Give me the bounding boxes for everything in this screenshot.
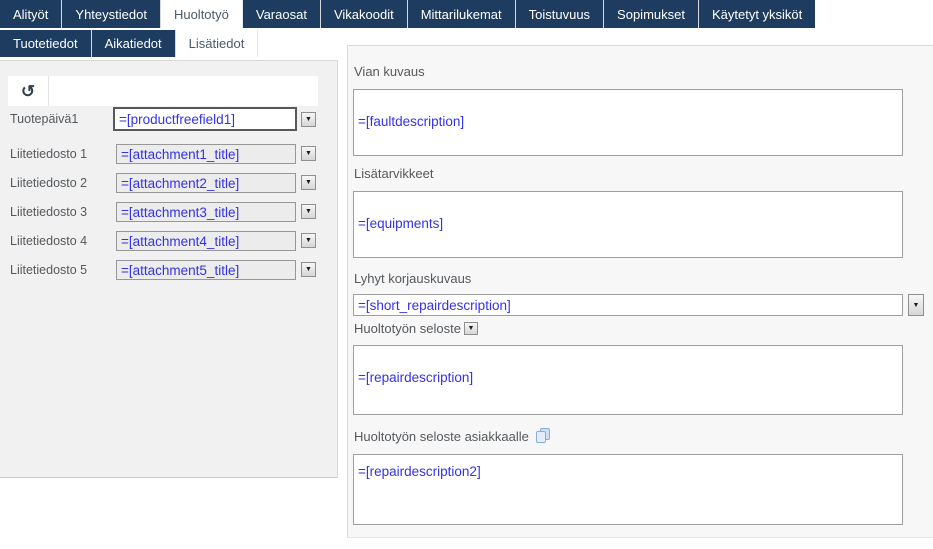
right-panel: Vian kuvaus =[faultdescription] Lisätarv… [347, 45, 933, 538]
faultdescription-textarea[interactable]: =[faultdescription] [353, 89, 903, 156]
field-row-liitetiedosto-4: Liitetiedosto 4 =[attachment4_title] ▼ [0, 229, 337, 255]
service-work-window: Alityöt Yhteystiedot Huoltotyö Varaosat … [0, 0, 933, 549]
short-repairdescription-dropdown-button[interactable]: ▼ [908, 294, 924, 316]
liitetiedosto5-dropdown-button[interactable]: ▼ [301, 262, 316, 277]
field-row-liitetiedosto-3: Liitetiedosto 3 =[attachment3_title] ▼ [0, 200, 337, 226]
sub-tab-bar: Tuotetiedot Aikatiedot Lisätiedot [0, 30, 258, 57]
liitetiedosto1-input[interactable]: =[attachment1_title] [116, 144, 296, 164]
tab-sopimukset[interactable]: Sopimukset [604, 0, 699, 28]
equipments-textarea[interactable]: =[equipments] [353, 191, 903, 258]
liitetiedosto1-dropdown-button[interactable]: ▼ [301, 146, 316, 161]
tab-yhteystiedot[interactable]: Yhteystiedot [62, 0, 161, 28]
tab-lisatiedot[interactable]: Lisätiedot [176, 30, 259, 57]
chevron-down-icon: ▼ [305, 237, 312, 244]
field-label: Liitetiedosto 2 [10, 173, 87, 193]
chevron-down-icon: ▼ [913, 302, 920, 309]
left-panel: ↺ Tuotepäivä1 =[productfreefield1] ▼ Lii… [0, 60, 338, 478]
field-label: Liitetiedosto 3 [10, 202, 87, 222]
field-row-tuotepaiva1: Tuotepäivä1 =[productfreefield1] ▼ [0, 107, 337, 133]
tab-tuotetiedot[interactable]: Tuotetiedot [0, 30, 92, 57]
history-button[interactable]: ↺ [8, 76, 49, 106]
tab-huoltotyo[interactable]: Huoltotyö [161, 0, 243, 28]
field-row-liitetiedosto-2: Liitetiedosto 2 =[attachment2_title] ▼ [0, 171, 337, 197]
main-tab-bar: Alityöt Yhteystiedot Huoltotyö Varaosat … [0, 0, 815, 28]
field-row-liitetiedosto-5: Liitetiedosto 5 =[attachment5_title] ▼ [0, 258, 337, 284]
repairdescription2-textarea[interactable]: =[repairdescription2] [353, 454, 903, 525]
liitetiedosto5-input[interactable]: =[attachment5_title] [116, 260, 296, 280]
liitetiedosto2-dropdown-button[interactable]: ▼ [301, 175, 316, 190]
liitetiedosto2-input[interactable]: =[attachment2_title] [116, 173, 296, 193]
lisatarvikkeet-label: Lisätarvikkeet [354, 166, 433, 181]
liitetiedosto3-dropdown-button[interactable]: ▼ [301, 204, 316, 219]
history-icon: ↺ [21, 83, 35, 100]
field-row-liitetiedosto-1: Liitetiedosto 1 =[attachment1_title] ▼ [0, 142, 337, 168]
left-toolbar: ↺ [8, 76, 318, 106]
huoltotyon-seloste-label-row: Huoltotyön seloste ▼ [354, 321, 478, 336]
tab-alityot[interactable]: Alityöt [0, 0, 62, 28]
liitetiedosto3-input[interactable]: =[attachment3_title] [116, 202, 296, 222]
liitetiedosto4-dropdown-button[interactable]: ▼ [301, 233, 316, 248]
repairdescription-textarea[interactable]: =[repairdescription] [353, 345, 903, 415]
chevron-down-icon: ▼ [305, 179, 312, 186]
huoltotyon-seloste-dropdown-button[interactable]: ▼ [464, 322, 478, 335]
copy-icon[interactable] [535, 427, 551, 446]
tab-varaosat[interactable]: Varaosat [243, 0, 321, 28]
chevron-down-icon: ▼ [305, 150, 312, 157]
field-label: Liitetiedosto 5 [10, 260, 87, 280]
chevron-down-icon: ▼ [305, 266, 312, 273]
field-label: Liitetiedosto 1 [10, 144, 87, 164]
vian-kuvaus-label: Vian kuvaus [354, 64, 425, 79]
field-label: Tuotepäivä1 [10, 109, 78, 129]
tab-toistuvuus[interactable]: Toistuvuus [516, 0, 604, 28]
short-repairdescription-input[interactable]: =[short_repairdescription] [353, 294, 903, 316]
huoltotyon-seloste-label: Huoltotyön seloste [354, 321, 461, 336]
tab-aikatiedot[interactable]: Aikatiedot [92, 30, 176, 57]
field-label: Liitetiedosto 4 [10, 231, 87, 251]
chevron-down-icon: ▼ [305, 208, 312, 215]
tuotepaiva1-input[interactable]: =[productfreefield1] [113, 107, 297, 131]
huoltotyon-seloste-asiakkaalle-label: Huoltotyön seloste asiakkaalle [354, 429, 529, 444]
liitetiedosto4-input[interactable]: =[attachment4_title] [116, 231, 296, 251]
tab-kaytetyt-yksikot[interactable]: Käytetyt yksiköt [699, 0, 815, 28]
chevron-down-icon: ▼ [305, 116, 312, 123]
tab-vikakoodit[interactable]: Vikakoodit [321, 0, 408, 28]
tuotepaiva1-dropdown-button[interactable]: ▼ [301, 112, 316, 127]
chevron-down-icon: ▼ [467, 325, 474, 332]
tab-mittarilukemat[interactable]: Mittarilukemat [408, 0, 516, 28]
lyhyt-korjauskuvaus-label: Lyhyt korjauskuvaus [354, 271, 471, 286]
huoltotyon-seloste-asiakkaalle-label-row: Huoltotyön seloste asiakkaalle [354, 427, 551, 446]
